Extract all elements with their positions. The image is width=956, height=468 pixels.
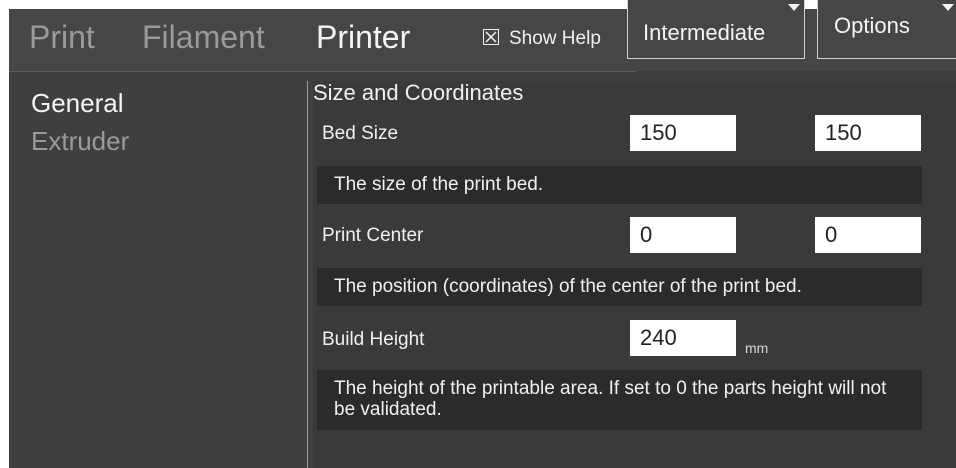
dropdown-caret-icon: [788, 4, 800, 11]
options-label: Options: [834, 13, 910, 38]
experience-level-dropdown[interactable]: Intermediate: [627, 0, 805, 59]
show-help-toggle[interactable]: Show Help: [483, 26, 601, 52]
print-center-label: Print Center: [322, 225, 424, 246]
tab-printer[interactable]: Printer: [316, 17, 410, 57]
section-title: Size and Coordinates: [313, 80, 524, 105]
bed-size-help: The size of the print bed.: [317, 166, 922, 204]
print-center-x-input[interactable]: [630, 217, 736, 253]
nav-divider: [307, 81, 308, 468]
top-bar: Print Filament Printer Show Help: [9, 9, 956, 71]
build-height-unit: mm: [745, 340, 769, 356]
nav-item-extruder[interactable]: Extruder: [31, 126, 129, 156]
bed-size-y-input[interactable]: [815, 115, 921, 151]
build-height-input[interactable]: [630, 320, 736, 356]
bed-size-label: Bed Size: [322, 123, 399, 144]
tab-filament[interactable]: Filament: [142, 17, 265, 57]
print-center-y-input[interactable]: [815, 217, 921, 253]
build-height-help: The height of the printable area. If set…: [317, 370, 922, 430]
show-help-label: Show Help: [509, 28, 601, 49]
tab-divider: [9, 71, 636, 72]
nav-item-general[interactable]: General: [31, 88, 124, 118]
dropdown-caret-icon: [942, 4, 954, 11]
build-height-label: Build Height: [322, 329, 425, 350]
bed-size-x-input[interactable]: [630, 115, 736, 151]
print-center-help: The position (coordinates) of the center…: [317, 268, 922, 306]
checkbox-x-icon[interactable]: [483, 29, 499, 45]
tab-print[interactable]: Print: [29, 17, 95, 57]
experience-level-value: Intermediate: [643, 20, 766, 45]
options-dropdown[interactable]: Options: [817, 0, 956, 59]
